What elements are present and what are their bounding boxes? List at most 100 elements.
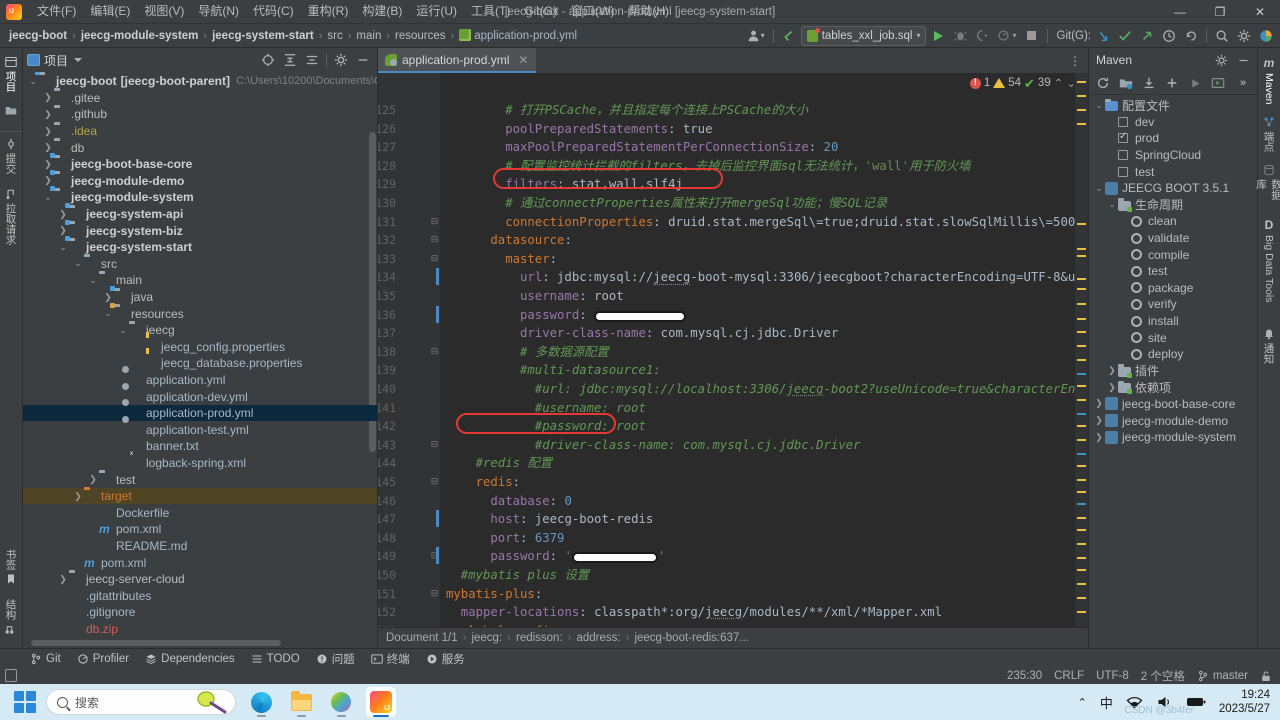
chevron-right-icon[interactable]: ❯ <box>102 291 114 303</box>
menu-item-3[interactable]: 导航(N) <box>191 1 246 22</box>
chevron-down-icon[interactable]: ⌄ <box>42 191 54 203</box>
error-stripe-mark[interactable] <box>1077 248 1086 250</box>
project-horizontal-scrollbar[interactable] <box>31 640 281 646</box>
code-line-142[interactable]: #password: root <box>440 417 646 436</box>
chevron-right-icon[interactable]: ❯ <box>42 158 54 170</box>
editor-tab-options-icon[interactable]: ⋮ <box>1062 48 1088 73</box>
error-stripe-mark[interactable] <box>1077 453 1086 455</box>
chevron-down-icon[interactable] <box>74 58 82 62</box>
code-line-152[interactable]: mapper-locations: classpath*:org/jeecg/m… <box>440 603 942 622</box>
hide-panel-button[interactable] <box>353 50 373 70</box>
code-line-137[interactable]: driver-class-name: com.mysql.cj.jdbc.Dri… <box>440 324 838 343</box>
code-line-145[interactable]: redis: <box>440 473 520 492</box>
taskbar-file-explorer-icon[interactable] <box>286 687 316 717</box>
taskbar-intellij-icon[interactable] <box>366 687 396 717</box>
code-line-128[interactable]: # 配置监控统计拦截的filters，去掉后监控界面sql无法统计，'wall'… <box>440 157 970 176</box>
project-tree-row[interactable]: mpom.xml <box>23 521 377 538</box>
error-stripe-mark[interactable] <box>1077 123 1086 125</box>
project-tree-row[interactable]: ❯jeecg-system-biz <box>23 222 377 239</box>
error-stripe-mark[interactable] <box>1077 399 1086 401</box>
maven-tree-row[interactable]: ⌄生命周期 <box>1089 197 1257 214</box>
menu-item-5[interactable]: 重构(R) <box>301 1 356 22</box>
checkbox-icon[interactable] <box>1118 115 1132 129</box>
collapse-all-button[interactable] <box>302 50 322 70</box>
code-line-133[interactable]: master: <box>440 250 557 269</box>
maven-tree-row[interactable]: compile <box>1089 246 1257 263</box>
menu-item-9[interactable]: Git(G) <box>517 1 564 22</box>
project-tree-row[interactable]: db.zip <box>23 621 377 638</box>
code-line-132[interactable]: datasource: <box>440 231 572 250</box>
maven-tree-row[interactable]: dev <box>1089 114 1257 131</box>
breadcrumb-item-0[interactable]: jeecg-boot <box>6 29 70 43</box>
maven-more-icon[interactable]: » <box>1233 73 1253 93</box>
error-stripe-mark[interactable] <box>1077 557 1086 559</box>
project-tree-row[interactable]: ❯java <box>23 289 377 306</box>
chevron-down-icon[interactable]: ⌄ <box>102 308 114 320</box>
error-stripe-mark[interactable] <box>1077 81 1086 83</box>
project-tree-row[interactable]: jeecg_config.properties <box>23 339 377 356</box>
maven-tree-row[interactable]: ❯jeecg-boot-base-core <box>1089 396 1257 413</box>
chevron-right-icon[interactable]: ❯ <box>42 108 54 120</box>
menu-item-6[interactable]: 构建(B) <box>355 1 409 22</box>
code-line-143[interactable]: #driver-class-name: com.mysql.cj.jdbc.Dr… <box>440 436 861 455</box>
error-stripe-mark[interactable] <box>1077 439 1086 441</box>
chevron-down-icon[interactable]: ⌄ <box>1093 99 1105 111</box>
project-tree-row[interactable]: ❯.idea <box>23 123 377 140</box>
project-tree-row[interactable]: ⌄jeecg-boot[jeecg-boot-parent]C:\Users\1… <box>23 73 377 90</box>
change-marker[interactable] <box>436 306 439 323</box>
ide-indicator-icon[interactable] <box>1256 26 1276 46</box>
chevron-right-icon[interactable]: ❯ <box>1106 365 1118 377</box>
code-line-146[interactable]: database: 0 <box>440 492 572 511</box>
error-stripe-mark[interactable] <box>1077 517 1086 519</box>
code-line-125[interactable]: # 打开PSCache，并且指定每个连接上PSCache的大小 <box>440 101 808 120</box>
code-line-139[interactable]: #multi-datasource1: <box>440 361 661 380</box>
project-tree-row[interactable]: application.yml <box>23 372 377 389</box>
error-stripe-mark[interactable] <box>1077 223 1086 225</box>
code-line-150[interactable]: #mybatis plus 设置 <box>440 566 589 585</box>
breadcrumb-item-4[interactable]: main <box>353 29 384 43</box>
maven-tree-row[interactable]: SpringCloud <box>1089 147 1257 164</box>
indent-setting[interactable]: 2 个空格 <box>1141 668 1185 684</box>
project-tree-row[interactable]: ❯target <box>23 488 377 505</box>
maven-tree-row[interactable]: site <box>1089 329 1257 346</box>
error-stripe-mark[interactable] <box>1077 331 1086 333</box>
git-rollback-icon[interactable] <box>1181 26 1201 46</box>
code-fold-icon[interactable]: ⊟ <box>430 217 439 226</box>
maven-tree-row[interactable]: ❯jeecg-module-system <box>1089 429 1257 446</box>
close-tab-icon[interactable]: ✕ <box>518 53 528 67</box>
code-line-138[interactable]: # 多数据源配置 <box>440 343 609 362</box>
back-arrow-icon[interactable] <box>779 26 799 46</box>
tool-strip-structure[interactable]: 结构 <box>0 594 22 644</box>
chevron-down-icon[interactable]: ⌄ <box>27 75 39 87</box>
maven-execute-goal-icon[interactable] <box>1208 73 1228 93</box>
code-line-126[interactable]: poolPreparedStatements: true <box>440 120 713 139</box>
user-avatar-icon[interactable]: ▾ <box>744 26 768 46</box>
chevron-right-icon[interactable]: ❯ <box>1093 415 1105 427</box>
bottom-tool-windows[interactable]: GitProfilerDependenciesTODO问题终端服务 <box>23 649 472 669</box>
bottom-toolwindow-git[interactable]: Git <box>23 651 68 667</box>
error-stripe-mark[interactable] <box>1077 359 1086 361</box>
chevron-right-icon[interactable]: ❯ <box>87 474 99 486</box>
error-stripe-mark[interactable] <box>1077 255 1086 257</box>
error-stripe-mark[interactable] <box>1077 611 1086 613</box>
code-line-127[interactable]: maxPoolPreparedStatementPerConnectionSiz… <box>440 138 838 157</box>
bottom-toolwindow-服务[interactable]: 服务 <box>419 649 472 669</box>
maven-tree-row[interactable]: install <box>1089 313 1257 330</box>
ime-indicator[interactable]: 中 <box>1100 693 1113 712</box>
error-stripe-mark[interactable] <box>1077 597 1086 599</box>
code-line-131[interactable]: connectionProperties: druid.stat.mergeSq… <box>440 213 1083 232</box>
error-stripe-mark[interactable] <box>1077 465 1086 467</box>
error-stripe-mark[interactable] <box>1077 373 1086 375</box>
maven-tree-row[interactable]: ⌄JEECG BOOT 3.5.1 <box>1089 180 1257 197</box>
menu-item-1[interactable]: 编辑(E) <box>83 1 137 22</box>
bottom-toolwindow-todo[interactable]: TODO <box>244 651 307 667</box>
editor-gutter[interactable]: 125126127128129130131⊟132⊟133⊟1341351361… <box>378 73 440 627</box>
code-line-153[interactable]: global-config: <box>440 622 564 627</box>
tool-strip-project[interactable]: 项目 <box>0 51 22 99</box>
project-tree-row[interactable]: ⌄src <box>23 256 377 273</box>
error-stripe-mark[interactable] <box>1077 385 1086 387</box>
bottom-toolwindow-dependencies[interactable]: Dependencies <box>138 651 242 667</box>
git-push-icon[interactable] <box>1137 26 1157 46</box>
maven-run-icon[interactable] <box>1185 73 1205 93</box>
menu-item-0[interactable]: 文件(F) <box>30 1 83 22</box>
